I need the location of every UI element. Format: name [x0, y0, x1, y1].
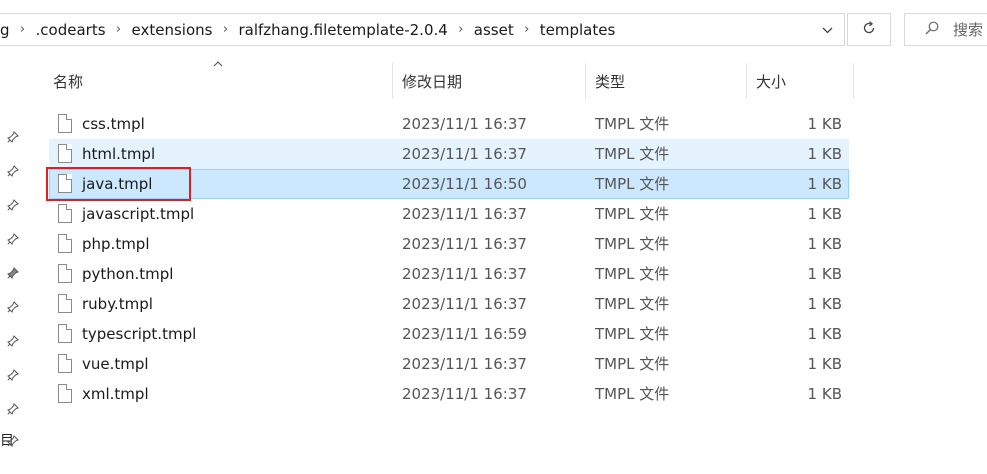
file-row[interactable]: ruby.tmpl 2023/11/1 16:37 TMPL 文件 1 KB [49, 289, 849, 319]
column-header-type[interactable]: 类型 [587, 63, 747, 99]
file-icon [58, 144, 72, 163]
file-name: typescript.tmpl [82, 325, 197, 343]
file-type: TMPL 文件 [595, 175, 670, 193]
pin-icon[interactable] [6, 434, 20, 448]
address-bar[interactable]: g › .codearts › extensions › ralfzhang.f… [0, 13, 845, 46]
file-row[interactable]: html.tmpl 2023/11/1 16:37 TMPL 文件 1 KB [49, 139, 849, 169]
file-date: 2023/11/1 16:50 [402, 175, 527, 193]
file-size: 1 KB [807, 295, 842, 313]
file-icon [58, 234, 72, 253]
breadcrumb-item[interactable]: extensions [132, 21, 213, 39]
file-name: java.tmpl [82, 175, 153, 193]
file-size: 1 KB [807, 385, 842, 403]
file-icon [58, 174, 72, 193]
refresh-button[interactable] [847, 13, 891, 46]
breadcrumb-separator-icon[interactable]: › [10, 22, 36, 37]
breadcrumb-item[interactable]: g [0, 21, 10, 39]
file-date: 2023/11/1 16:37 [402, 205, 527, 223]
file-icon [58, 114, 72, 133]
file-type: TMPL 文件 [595, 145, 670, 163]
breadcrumb-item-current[interactable]: templates [540, 21, 616, 39]
file-row[interactable]: typescript.tmpl 2023/11/1 16:59 TMPL 文件 … [49, 319, 849, 349]
pin-icon[interactable] [6, 130, 20, 144]
file-type: TMPL 文件 [595, 325, 670, 343]
file-row-selected[interactable]: java.tmpl 2023/11/1 16:50 TMPL 文件 1 KB [49, 169, 849, 199]
pin-icon[interactable] [6, 300, 20, 314]
file-type: TMPL 文件 [595, 205, 670, 223]
column-header-label: 名称 [53, 72, 84, 91]
file-row[interactable]: python.tmpl 2023/11/1 16:37 TMPL 文件 1 KB [49, 259, 849, 289]
file-icon [58, 294, 72, 313]
file-icon [58, 354, 72, 373]
column-header-size[interactable]: 大小 [748, 63, 854, 99]
pin-icon[interactable] [6, 368, 20, 382]
file-size: 1 KB [807, 355, 842, 373]
breadcrumb-separator-icon[interactable]: › [514, 22, 540, 37]
pin-icon[interactable] [6, 164, 20, 178]
file-row[interactable]: vue.tmpl 2023/11/1 16:37 TMPL 文件 1 KB [49, 349, 849, 379]
breadcrumb-item[interactable]: .codearts [36, 21, 106, 39]
pin-icon[interactable] [6, 232, 20, 246]
file-row[interactable]: php.tmpl 2023/11/1 16:37 TMPL 文件 1 KB [49, 229, 849, 259]
pin-icon[interactable] [6, 402, 20, 416]
file-size: 1 KB [807, 325, 842, 343]
file-date: 2023/11/1 16:37 [402, 235, 527, 253]
file-row[interactable]: xml.tmpl 2023/11/1 16:37 TMPL 文件 1 KB [49, 379, 849, 409]
file-name: javascript.tmpl [82, 205, 195, 223]
file-row[interactable]: javascript.tmpl 2023/11/1 16:37 TMPL 文件 … [49, 199, 849, 229]
file-icon [58, 324, 72, 343]
file-size: 1 KB [807, 235, 842, 253]
file-icon [58, 264, 72, 283]
file-size: 1 KB [807, 145, 842, 163]
chevron-down-icon[interactable] [816, 20, 838, 40]
column-header-name[interactable]: 名称 [45, 63, 393, 99]
file-name: python.tmpl [82, 265, 174, 283]
search-icon [925, 21, 939, 39]
column-header-label: 大小 [756, 72, 787, 91]
file-date: 2023/11/1 16:37 [402, 355, 527, 373]
breadcrumb-separator-icon[interactable]: › [212, 22, 238, 37]
refresh-icon [862, 20, 876, 39]
file-date: 2023/11/1 16:37 [402, 295, 527, 313]
file-date: 2023/11/1 16:37 [402, 385, 527, 403]
file-date: 2023/11/1 16:37 [402, 115, 527, 133]
file-size: 1 KB [807, 115, 842, 133]
column-header-label: 修改日期 [402, 72, 463, 91]
breadcrumb-item[interactable]: ralfzhang.filetemplate-2.0.4 [238, 21, 447, 39]
file-icon [58, 204, 72, 223]
column-header-label: 类型 [595, 72, 626, 91]
file-name: php.tmpl [82, 235, 150, 253]
file-date: 2023/11/1 16:59 [402, 325, 527, 343]
file-size: 1 KB [807, 265, 842, 283]
file-name: css.tmpl [82, 115, 145, 133]
file-date: 2023/11/1 16:37 [402, 145, 527, 163]
file-name: vue.tmpl [82, 355, 149, 373]
file-type: TMPL 文件 [595, 385, 670, 403]
file-size: 1 KB [807, 175, 842, 193]
file-type: TMPL 文件 [595, 355, 670, 373]
file-name: ruby.tmpl [82, 295, 153, 313]
search-placeholder: 搜索 [953, 21, 984, 39]
pin-icon[interactable] [6, 198, 20, 212]
breadcrumb-item[interactable]: asset [474, 21, 514, 39]
file-name: html.tmpl [82, 145, 156, 163]
file-date: 2023/11/1 16:37 [402, 265, 527, 283]
search-input[interactable]: 搜索 [904, 13, 987, 46]
column-header-date[interactable]: 修改日期 [394, 63, 586, 99]
file-type: TMPL 文件 [595, 235, 670, 253]
file-name: xml.tmpl [82, 385, 149, 403]
file-type: TMPL 文件 [595, 295, 670, 313]
file-type: TMPL 文件 [595, 265, 670, 283]
pin-icon[interactable] [6, 266, 20, 280]
file-size: 1 KB [807, 205, 842, 223]
breadcrumb-separator-icon[interactable]: › [106, 22, 132, 37]
file-icon [58, 384, 72, 403]
file-row[interactable]: css.tmpl 2023/11/1 16:37 TMPL 文件 1 KB [49, 109, 849, 139]
pin-icon[interactable] [6, 334, 20, 348]
breadcrumb-separator-icon[interactable]: › [448, 22, 474, 37]
file-type: TMPL 文件 [595, 115, 670, 133]
